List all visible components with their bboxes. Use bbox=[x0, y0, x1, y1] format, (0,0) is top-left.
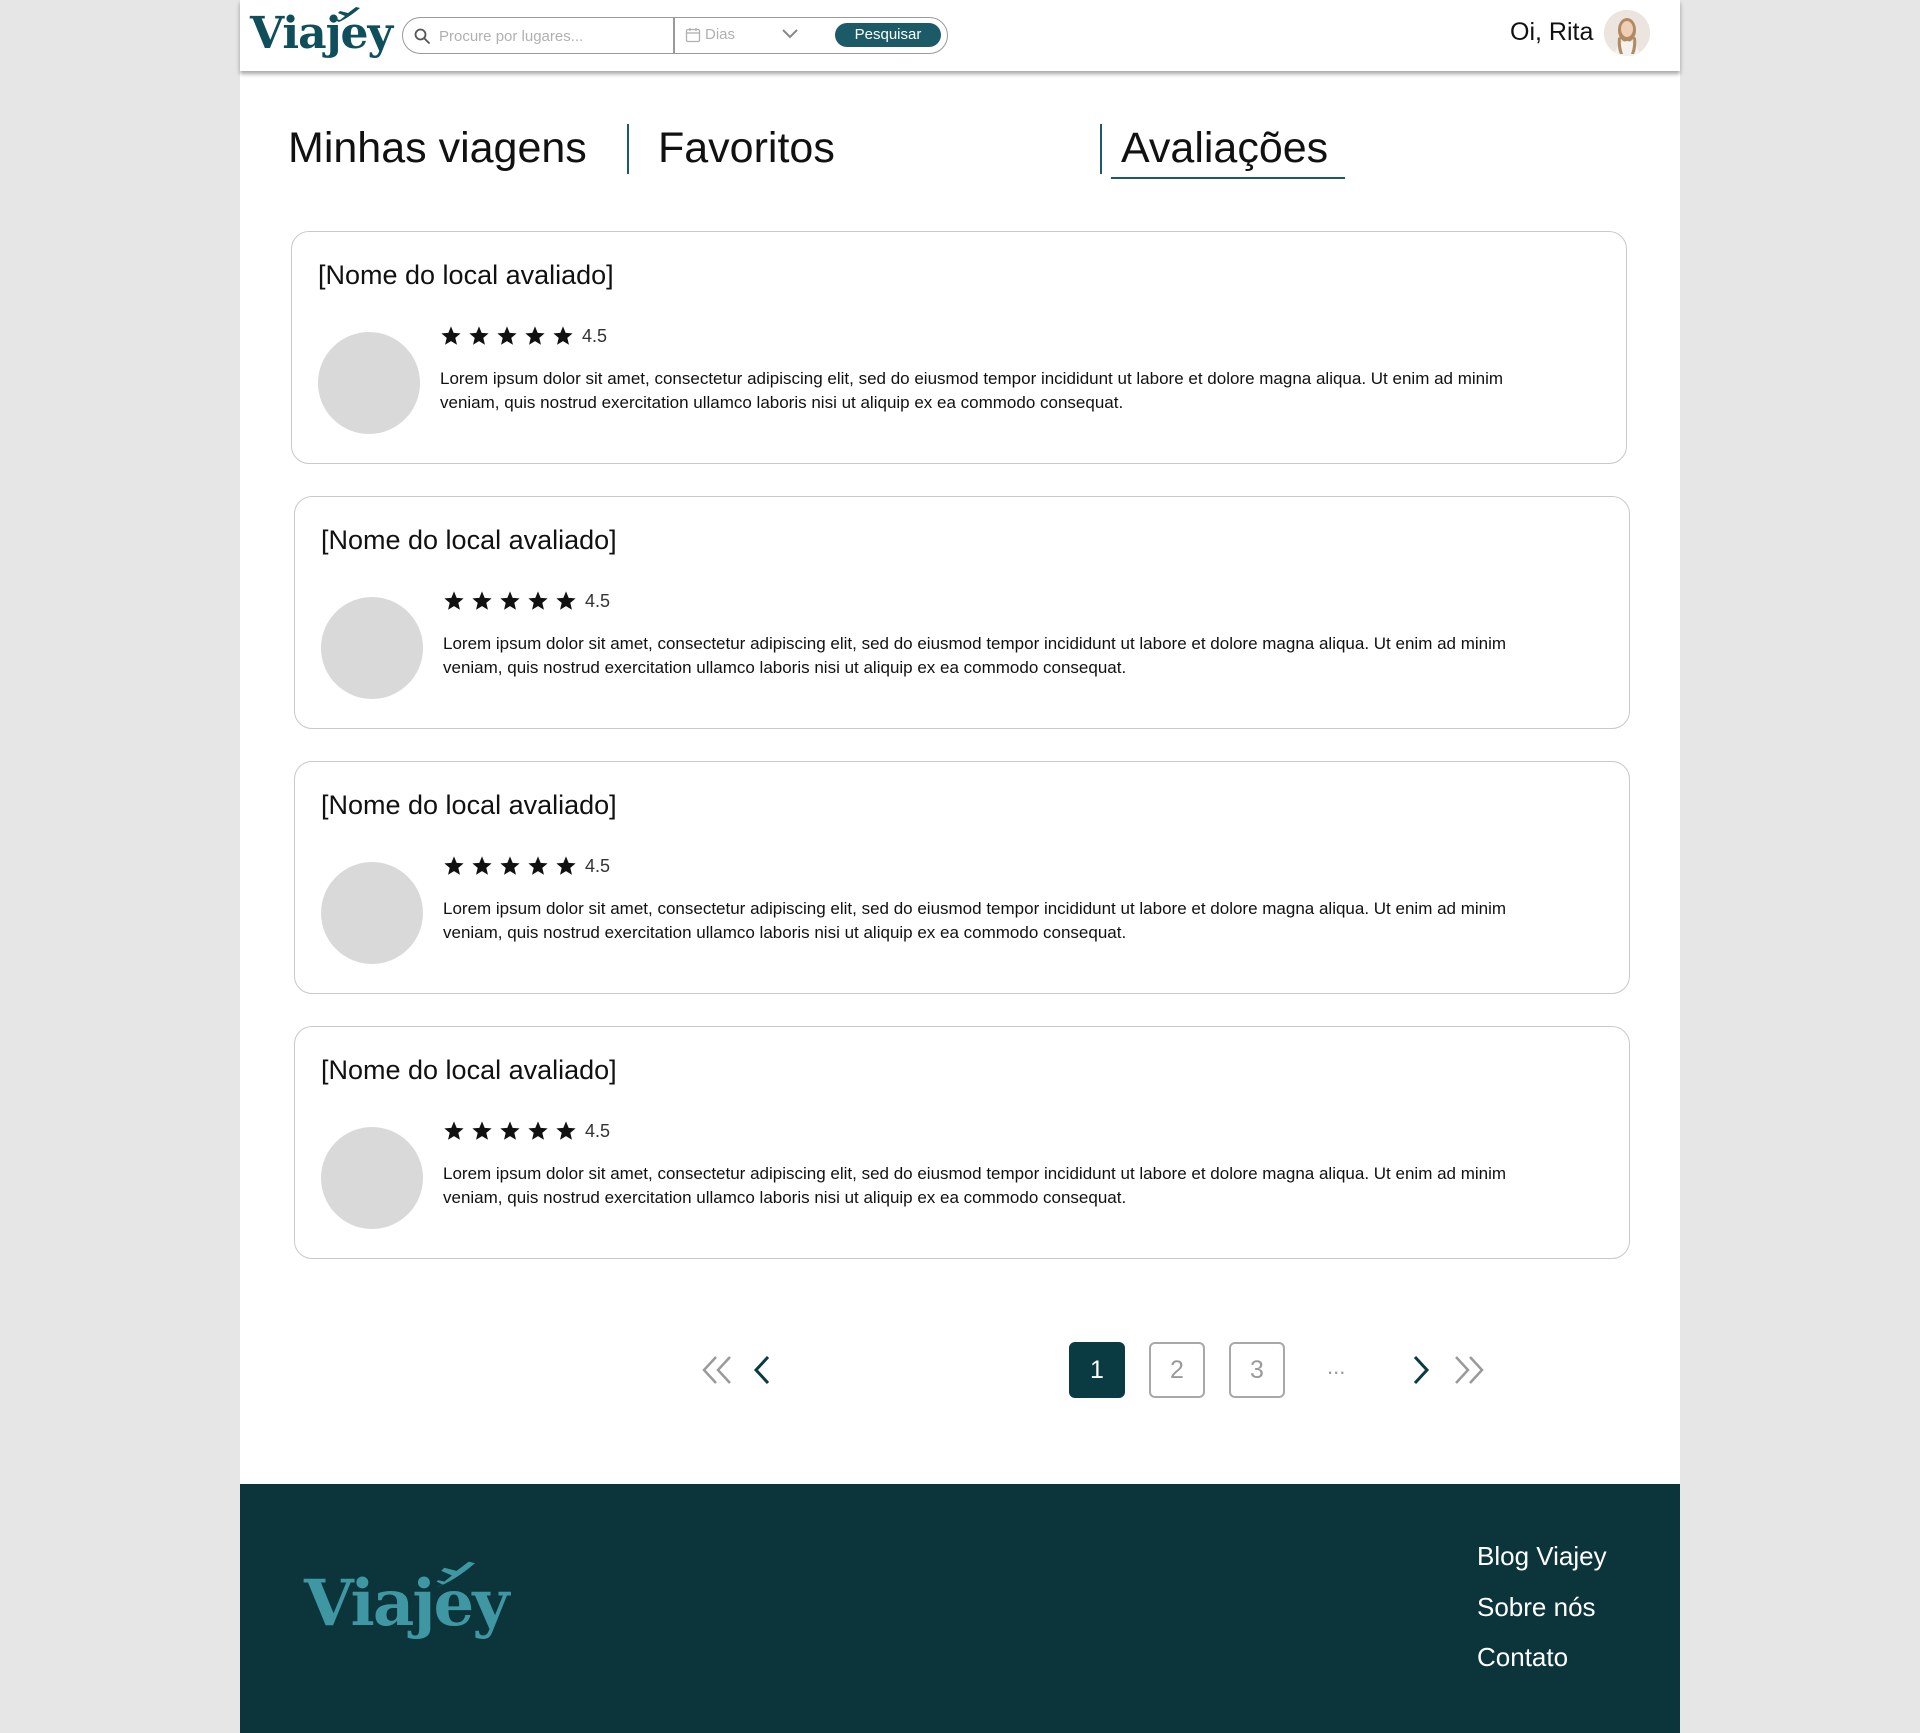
rating-value: 4.5 bbox=[585, 1120, 611, 1141]
review-text: Lorem ipsum dolor sit amet, consectetur … bbox=[443, 899, 1507, 942]
double-chevron-left-icon[interactable] bbox=[700, 1354, 734, 1386]
star-icon bbox=[528, 1121, 548, 1140]
page-button-2[interactable]: 2 bbox=[1149, 1342, 1205, 1398]
star-icon bbox=[497, 326, 517, 345]
star-rating: 4.5 bbox=[443, 854, 610, 878]
tab-minhas-viagens[interactable]: Minhas viagens bbox=[288, 122, 587, 174]
brand-logo[interactable]: Viajey bbox=[250, 4, 393, 64]
star-icon bbox=[500, 1121, 520, 1140]
page-button-1[interactable]: 1 bbox=[1069, 1342, 1125, 1398]
days-select[interactable]: Dias bbox=[705, 26, 735, 43]
chevron-down-icon[interactable] bbox=[781, 27, 799, 41]
page-ellipsis: ... bbox=[1327, 1354, 1346, 1379]
search-icon bbox=[414, 28, 430, 44]
airplane-icon bbox=[334, 7, 360, 24]
star-rating: 4.5 bbox=[440, 324, 607, 348]
star-icon bbox=[444, 856, 464, 875]
star-icon bbox=[556, 1121, 576, 1140]
rating-value: 4.5 bbox=[582, 325, 608, 346]
star-icon bbox=[441, 326, 461, 345]
review-place-name: [Nome do local avaliado] bbox=[318, 260, 614, 290]
user-photo bbox=[1604, 10, 1650, 56]
review-card: [Nome do local avaliado] 4.5 Lorem ipsum… bbox=[294, 496, 1630, 729]
rating-value: 4.5 bbox=[585, 855, 611, 876]
tab-separator bbox=[627, 124, 629, 174]
double-chevron-right-icon[interactable] bbox=[1452, 1354, 1486, 1386]
star-icon bbox=[472, 591, 492, 610]
review-text: Lorem ipsum dolor sit amet, consectetur … bbox=[443, 1164, 1507, 1207]
footer-link-blog[interactable]: Blog Viajey bbox=[1477, 1541, 1607, 1572]
chevron-left-icon[interactable] bbox=[748, 1354, 782, 1386]
chevron-right-icon[interactable] bbox=[1403, 1354, 1437, 1386]
place-photo bbox=[321, 597, 423, 699]
star-icon bbox=[528, 591, 548, 610]
review-text: Lorem ipsum dolor sit amet, consectetur … bbox=[440, 369, 1504, 412]
star-icon bbox=[472, 1121, 492, 1140]
star-rating: 4.5 bbox=[443, 1119, 610, 1143]
avatar[interactable] bbox=[1604, 10, 1650, 56]
star-icon bbox=[469, 326, 489, 345]
review-place-name: [Nome do local avaliado] bbox=[321, 1055, 617, 1085]
pagination: 1 2 3 ... bbox=[700, 1340, 1484, 1400]
brand-logo-text: Viajey bbox=[250, 8, 393, 59]
footer-link-contato[interactable]: Contato bbox=[1477, 1642, 1568, 1673]
tab-separator bbox=[1100, 124, 1102, 174]
search-input[interactable] bbox=[439, 22, 665, 50]
footer-link-sobre[interactable]: Sobre nós bbox=[1477, 1592, 1596, 1623]
footer-logo[interactable]: Viajey bbox=[304, 1554, 509, 1654]
place-photo bbox=[321, 862, 423, 964]
star-icon bbox=[528, 856, 548, 875]
rating-value: 4.5 bbox=[585, 590, 611, 611]
star-icon bbox=[556, 856, 576, 875]
calendar-icon bbox=[685, 28, 701, 43]
place-photo bbox=[318, 332, 420, 434]
review-card: [Nome do local avaliado] 4.5 Lorem ipsum… bbox=[294, 761, 1630, 994]
star-rating: 4.5 bbox=[443, 589, 610, 613]
place-photo bbox=[321, 1127, 423, 1229]
star-icon bbox=[472, 856, 492, 875]
airplane-icon bbox=[435, 1561, 475, 1588]
star-icon bbox=[556, 591, 576, 610]
star-icon bbox=[500, 856, 520, 875]
page-button-3[interactable]: 3 bbox=[1229, 1342, 1285, 1398]
search-button[interactable]: Pesquisar bbox=[835, 23, 941, 47]
user-greeting: Oi, Rita bbox=[1510, 18, 1594, 46]
search-divider bbox=[673, 17, 675, 54]
star-icon bbox=[553, 326, 573, 345]
review-card: [Nome do local avaliado] 4.5 Lorem ipsum… bbox=[291, 231, 1627, 464]
review-card: [Nome do local avaliado] 4.5 Lorem ipsum… bbox=[294, 1026, 1630, 1259]
review-text: Lorem ipsum dolor sit amet, consectetur … bbox=[443, 634, 1507, 677]
star-icon bbox=[500, 591, 520, 610]
tab-favoritos[interactable]: Favoritos bbox=[658, 122, 835, 174]
active-tab-indicator bbox=[1111, 177, 1345, 179]
review-place-name: [Nome do local avaliado] bbox=[321, 525, 617, 555]
page: Viajey Dias Pesquisar Oi, bbox=[240, 0, 1680, 1733]
footer: Viajey Blog Viajey Sobre nós Contato bbox=[240, 1484, 1680, 1733]
star-icon bbox=[444, 1121, 464, 1140]
search-bar: Dias Pesquisar bbox=[402, 17, 948, 54]
review-place-name: [Nome do local avaliado] bbox=[321, 790, 617, 820]
top-header: Viajey Dias Pesquisar Oi, bbox=[240, 0, 1680, 71]
tab-avaliacoes[interactable]: Avaliações bbox=[1121, 122, 1328, 174]
star-icon bbox=[525, 326, 545, 345]
star-icon bbox=[444, 591, 464, 610]
